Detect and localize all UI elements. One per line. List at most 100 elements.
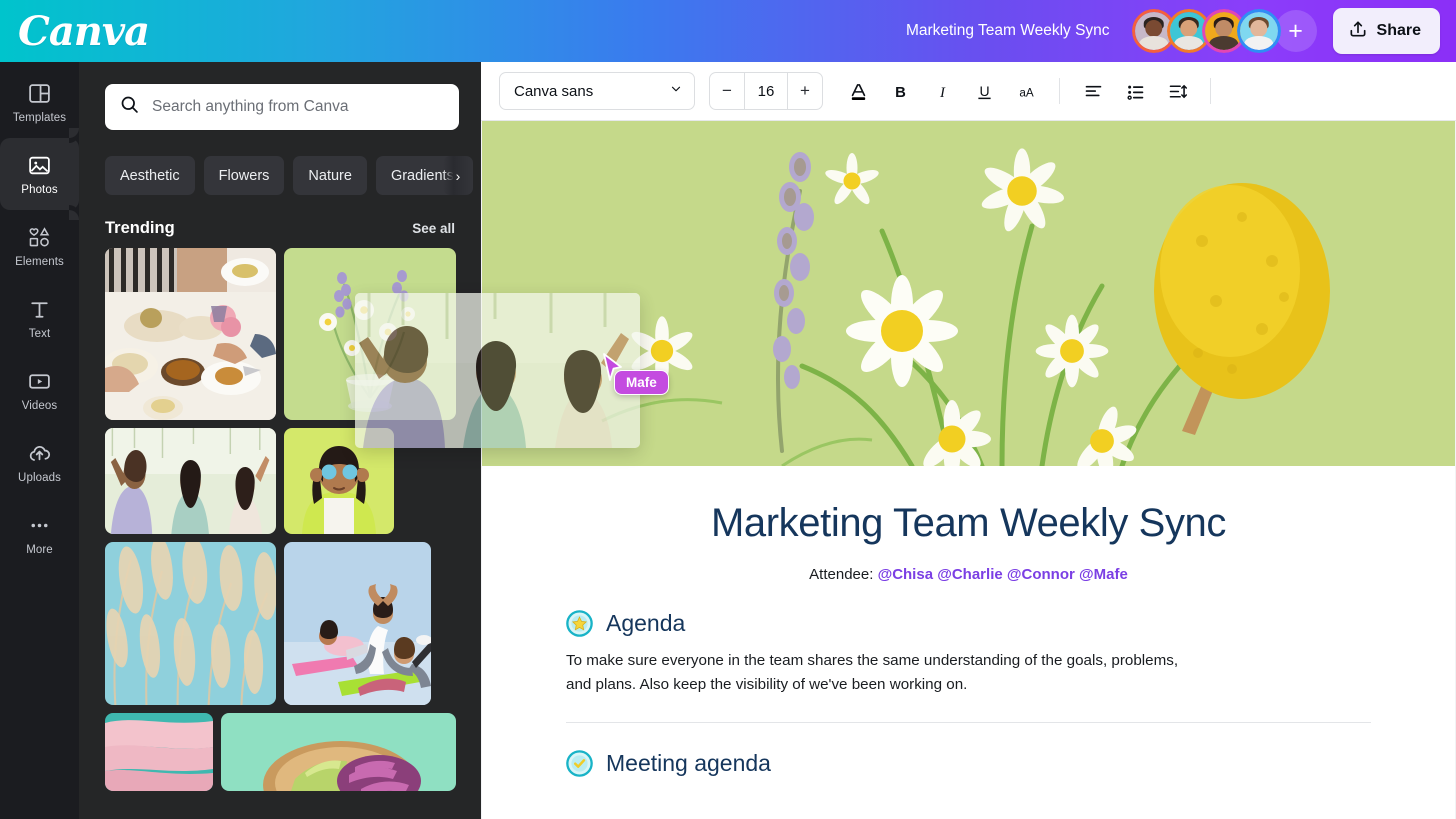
search-box[interactable]: [105, 84, 459, 130]
font-size-stepper: − 16 +: [709, 72, 823, 110]
bold-button[interactable]: B: [881, 72, 919, 110]
collaborator-avatars: [1132, 9, 1281, 53]
font-size-increase-button[interactable]: +: [788, 73, 822, 109]
filter-chip-row: Aesthetic Flowers Nature Gradients ›: [105, 156, 459, 195]
sidebar-label: Photos: [21, 184, 57, 196]
chevron-down-icon: [669, 82, 683, 100]
svg-text:B: B: [895, 84, 906, 100]
photo-thumb-woman-macarons[interactable]: [284, 428, 394, 534]
font-family-value: Canva sans: [514, 83, 593, 100]
photo-thumb-pampas-grass[interactable]: [105, 542, 276, 705]
align-left-button[interactable]: [1074, 72, 1112, 110]
font-size-input[interactable]: 16: [744, 73, 788, 109]
uploads-icon: [27, 440, 53, 466]
svg-text:U: U: [979, 82, 989, 98]
add-collaborator-button[interactable]: +: [1275, 10, 1317, 52]
section-agenda-header: Agenda: [566, 610, 1371, 637]
videos-icon: [27, 368, 53, 394]
search-input[interactable]: [152, 98, 445, 116]
sidebar-label: Videos: [22, 400, 58, 412]
svg-text:I: I: [939, 84, 946, 100]
sidebar-label: More: [26, 544, 53, 556]
more-icon: [27, 512, 53, 538]
document-content: Marketing Team Weekly Sync Attendee: @Ch…: [482, 466, 1455, 777]
photo-thumb-cabbage-bowl[interactable]: [221, 713, 456, 791]
photo-thumb-three-women-sun[interactable]: [105, 428, 276, 534]
chevron-right-icon[interactable]: ›: [443, 156, 473, 195]
editor-body: Templates Photos: [0, 62, 1456, 819]
sidebar-label: Templates: [13, 112, 66, 124]
left-rail: Templates Photos: [0, 62, 79, 819]
sidebar-label: Uploads: [18, 472, 61, 484]
document-title[interactable]: Marketing Team Weekly Sync: [906, 22, 1110, 40]
section-heading-agenda[interactable]: Agenda: [606, 610, 685, 637]
toolbar-divider: [1059, 78, 1060, 104]
font-family-select[interactable]: Canva sans: [499, 72, 695, 110]
photo-thumb-lavender-vase[interactable]: [284, 248, 456, 420]
canvas-scroll-area[interactable]: Marketing Team Weekly Sync Attendee: @Ch…: [481, 121, 1456, 819]
bullet-list-button[interactable]: [1116, 72, 1154, 110]
attendee-line: Attendee: @Chisa @Charlie @Connor @Mafe: [566, 566, 1371, 583]
chip-nature[interactable]: Nature: [293, 156, 367, 195]
search-icon: [119, 94, 140, 120]
photo-thumb-dinner-table[interactable]: [105, 248, 276, 420]
text-color-button[interactable]: [839, 72, 877, 110]
top-bar: Canva Marketing Team Weekly Sync: [0, 0, 1456, 62]
text-case-button[interactable]: aA: [1007, 72, 1045, 110]
photos-panel: Aesthetic Flowers Nature Gradients › Tre…: [79, 62, 481, 819]
underline-button[interactable]: U: [965, 72, 1003, 110]
toolbar-divider-2: [1210, 78, 1211, 104]
attendee-prefix: Attendee:: [809, 566, 873, 583]
section-meeting-agenda-header: Meeting agenda: [566, 750, 1371, 777]
canva-logo[interactable]: Canva: [18, 8, 149, 55]
sidebar-item-text[interactable]: Text: [0, 282, 79, 354]
sidebar-item-photos[interactable]: Photos: [0, 138, 79, 210]
chip-flowers[interactable]: Flowers: [204, 156, 285, 195]
avatar[interactable]: [1237, 9, 1281, 53]
sidebar-item-videos[interactable]: Videos: [0, 354, 79, 426]
star-badge-icon: [566, 610, 593, 637]
hero-image[interactable]: [482, 121, 1455, 466]
editor-area: Canva sans − 16 +: [481, 62, 1456, 819]
top-bar-right: Marketing Team Weekly Sync: [906, 8, 1456, 54]
mention-mafe[interactable]: @Mafe: [1079, 566, 1128, 583]
plus-icon: +: [1288, 19, 1303, 44]
canva-editor-app: Canva Marketing Team Weekly Sync: [0, 0, 1456, 819]
text-toolbar: Canva sans − 16 +: [481, 62, 1456, 121]
elements-icon: [27, 224, 53, 250]
photo-grid-bottom: [105, 713, 459, 791]
text-icon: [27, 296, 53, 322]
mention-chisa[interactable]: @Chisa: [878, 566, 933, 583]
sidebar-item-templates[interactable]: Templates: [0, 66, 79, 138]
section-heading-meeting-agenda[interactable]: Meeting agenda: [606, 750, 771, 777]
font-size-decrease-button[interactable]: −: [710, 73, 744, 109]
photo-thumb-pink-water[interactable]: [105, 713, 213, 791]
mention-connor[interactable]: @Connor: [1007, 566, 1075, 583]
section-title: Trending: [105, 219, 175, 238]
chip-aesthetic[interactable]: Aesthetic: [105, 156, 195, 195]
section-body-agenda[interactable]: To make sure everyone in the team shares…: [566, 649, 1206, 696]
share-label: Share: [1377, 22, 1421, 40]
format-buttons: B I U aA: [839, 72, 1221, 110]
share-upload-icon: [1348, 19, 1368, 44]
document-page: Marketing Team Weekly Sync Attendee: @Ch…: [482, 121, 1455, 819]
svg-text:aA: aA: [1019, 86, 1034, 99]
photo-grid: [105, 248, 459, 705]
section-divider: [566, 722, 1371, 723]
sidebar-item-more[interactable]: More: [0, 498, 79, 570]
italic-button[interactable]: I: [923, 72, 961, 110]
sidebar-label: Elements: [15, 256, 64, 268]
share-button[interactable]: Share: [1333, 8, 1440, 54]
mention-charlie[interactable]: @Charlie: [937, 566, 1002, 583]
photos-icon: [27, 152, 53, 178]
sidebar-item-elements[interactable]: Elements: [0, 210, 79, 282]
sidebar-item-uploads[interactable]: Uploads: [0, 426, 79, 498]
templates-icon: [27, 80, 53, 106]
photo-thumb-yoga-women[interactable]: [284, 542, 431, 705]
trending-header: Trending See all: [105, 219, 459, 238]
sidebar-label: Text: [29, 328, 51, 340]
see-all-link[interactable]: See all: [412, 221, 455, 236]
line-spacing-button[interactable]: [1158, 72, 1196, 110]
page-title[interactable]: Marketing Team Weekly Sync: [566, 500, 1371, 546]
check-badge-icon: [566, 750, 593, 777]
